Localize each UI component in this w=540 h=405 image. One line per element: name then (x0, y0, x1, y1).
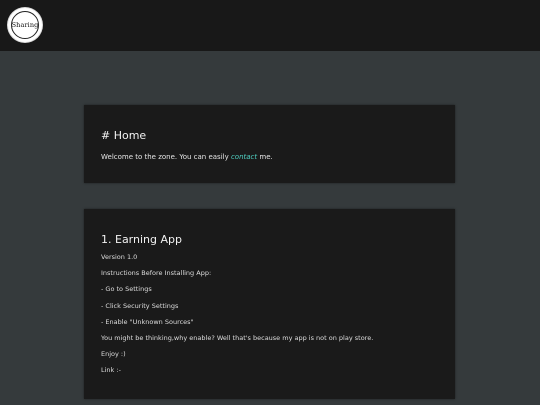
explanation-text: You might be thinking,why enable? Well t… (101, 333, 374, 342)
enjoy-text: Enjoy :) (101, 350, 126, 359)
logo-ring: Sharing (11, 11, 39, 39)
welcome-text-start: Welcome to the zone. You can easily (101, 153, 231, 161)
earning-app-card: 1. Earning App Version 1.0 Instructions … (84, 209, 455, 399)
site-logo[interactable]: Sharing (8, 8, 42, 42)
welcome-text: Welcome to the zone. You can easily cont… (101, 153, 273, 161)
home-title: # Home (101, 129, 147, 142)
contact-link[interactable]: contact (231, 153, 257, 161)
app-instructions: Version 1.0 Instructions Before Installi… (101, 253, 373, 383)
instruction-step: - Enable "Unknown Sources" (101, 317, 194, 326)
welcome-text-end: me. (257, 153, 273, 161)
earning-app-title: 1. Earning App (101, 233, 182, 246)
instruction-step: - Go to Settings (101, 285, 152, 294)
top-navbar: Sharing (0, 0, 540, 51)
link-label: Link :- (101, 366, 121, 375)
version-text: Version 1.0 (101, 253, 138, 261)
home-card: # Home Welcome to the zone. You can easi… (84, 105, 455, 183)
instruction-step: - Click Security Settings (101, 301, 179, 310)
logo-text: Sharing (11, 21, 39, 29)
instructions-heading: Instructions Before Installing App: (101, 269, 212, 278)
